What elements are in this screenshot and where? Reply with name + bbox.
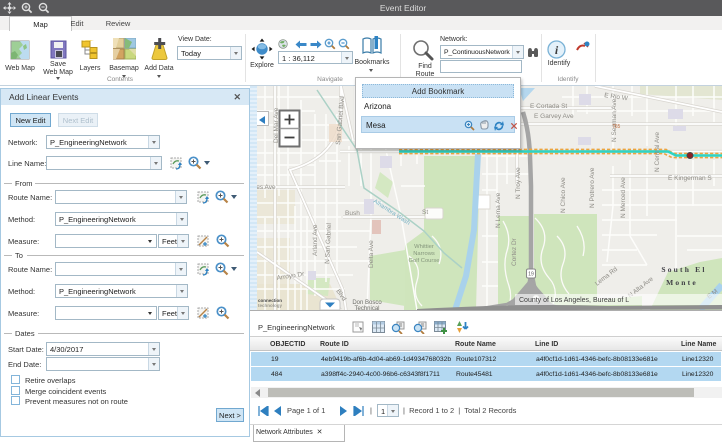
svg-text:E Cortada St: E Cortada St <box>530 103 567 110</box>
svg-text:technology: technology <box>258 303 282 308</box>
svg-text:Cortez Dr: Cortez Dr <box>511 237 518 266</box>
svg-text:Narrows: Narrows <box>413 251 435 257</box>
svg-text:Whittier: Whittier <box>414 244 434 250</box>
svg-text:County of Los Angeles, Bureau: County of Los Angeles, Bureau of L <box>519 297 629 304</box>
svg-text:N Troy Ave: N Troy Ave <box>515 167 522 199</box>
svg-text:N Merced Ave: N Merced Ave <box>620 177 627 218</box>
svg-text:Delta Ave: Delta Ave <box>368 240 375 268</box>
svg-text:N Central Ave: N Central Ave <box>654 132 661 172</box>
svg-text:E Kingerman S: E Kingerman S <box>668 175 712 182</box>
svg-text:N Seaman Ave: N Seaman Ave <box>611 98 618 142</box>
svg-text:Monte: Monte <box>666 278 698 287</box>
svg-text:765: 765 <box>612 124 621 130</box>
svg-text:N Lema Ave: N Lema Ave <box>495 192 502 228</box>
svg-text:Arland Ave: Arland Ave <box>312 224 319 256</box>
svg-text:N Chico Ave: N Chico Ave <box>560 177 567 213</box>
svg-text:N Potrero Ave: N Potrero Ave <box>589 167 596 208</box>
svg-text:19: 19 <box>528 272 534 278</box>
svg-text:ves Ave: ves Ave <box>257 184 276 191</box>
svg-text:E Garvey Ave: E Garvey Ave <box>534 113 574 120</box>
svg-text:Golf Course: Golf Course <box>409 258 440 264</box>
svg-text:Bush: Bush <box>345 210 360 217</box>
svg-text:St: St <box>422 209 428 216</box>
svg-text:South El: South El <box>661 265 706 274</box>
